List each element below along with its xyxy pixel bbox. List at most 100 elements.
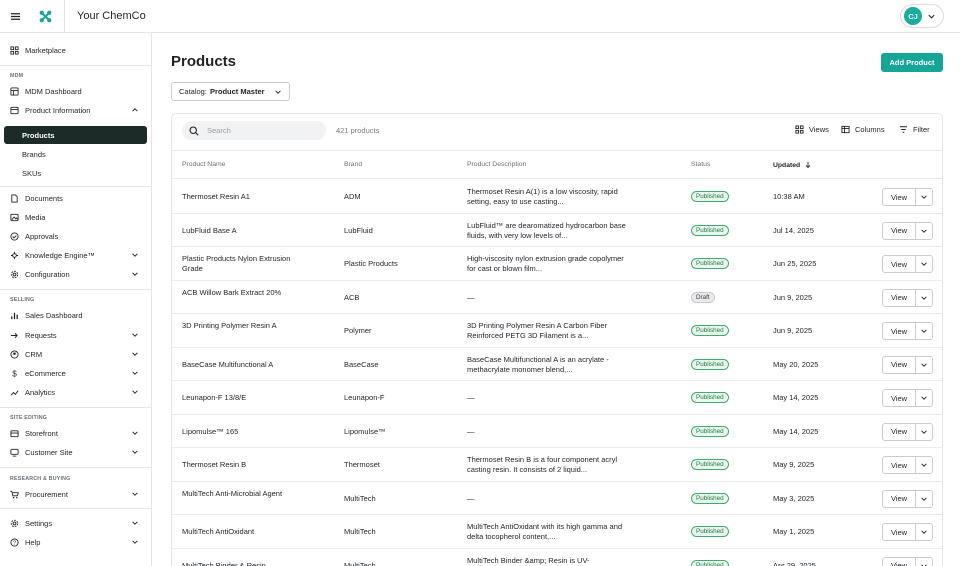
sidebar-item-media[interactable]: Media	[4, 208, 147, 226]
row-actions-dropdown[interactable]	[915, 222, 932, 239]
view-button[interactable]: View	[883, 189, 915, 205]
gear-icon	[10, 519, 19, 528]
sidebar-item-products[interactable]: Products	[4, 126, 147, 144]
product-description: 3D Printing Polymer Resin A Carbon Fiber…	[467, 321, 608, 340]
sidebar-item-skus[interactable]: SKUs	[22, 166, 41, 180]
column-header-updated[interactable]: Updated	[773, 161, 812, 169]
sidebar-section-mdm: MDM	[10, 73, 24, 79]
product-name[interactable]: Thermoset Resin A1	[182, 192, 292, 202]
search-input[interactable]	[207, 126, 317, 135]
view-button[interactable]: View	[883, 491, 915, 507]
sidebar-item-product-information[interactable]: Product Information	[4, 101, 147, 119]
product-description: —	[467, 426, 475, 436]
view-button-group: View	[882, 389, 933, 407]
product-name[interactable]: Plastic Products Nylon Extrusion Grade	[182, 254, 292, 274]
table-row[interactable]: Thermoset Resin B Thermoset Thermoset Resi…	[172, 448, 942, 482]
product-name[interactable]: MultiTech Binder & Resin	[182, 561, 292, 566]
sidebar-item-help[interactable]: ? Help	[4, 533, 147, 551]
table-row[interactable]: Leunapon-F 13/8/E Leunapon-F — Published May…	[172, 381, 942, 415]
product-brand: MultiTech	[344, 527, 376, 536]
table-row[interactable]: Plastic Products Nylon Extrusion Grade Pl…	[172, 247, 942, 281]
sidebar-item-procurement[interactable]: Procurement	[4, 485, 147, 503]
table-row[interactable]: MultiTech Binder & Resin MultiTech MultiTe…	[172, 549, 942, 566]
product-name[interactable]: MultiTech Anti-Microbial Agent	[182, 489, 292, 499]
table-row[interactable]: Lipomulse™ 165 Lipomulse™ — Published May 14…	[172, 415, 942, 448]
product-name[interactable]: LubFluid Base A	[182, 226, 292, 236]
view-button[interactable]: View	[883, 323, 915, 339]
chevron-down-icon	[132, 540, 138, 544]
chevron-down-icon	[921, 228, 927, 233]
user-circle-icon	[10, 349, 19, 359]
product-name[interactable]: ACB Willow Bark Extract 20%	[182, 288, 292, 298]
sidebar-item-marketplace[interactable]: Marketplace	[4, 41, 147, 59]
column-header-name[interactable]: Product Name	[182, 161, 225, 168]
view-button[interactable]: View	[883, 558, 915, 566]
sidebar-item-configuration[interactable]: Configuration	[4, 265, 147, 283]
row-actions-dropdown[interactable]	[915, 423, 932, 440]
view-button[interactable]: View	[883, 357, 915, 373]
sidebar-item-mdm-dashboard[interactable]: MDM Dashboard	[4, 82, 147, 100]
product-name[interactable]: Thermoset Resin B	[182, 460, 292, 470]
check-circle-icon	[10, 231, 19, 241]
row-actions-dropdown[interactable]	[915, 256, 932, 272]
row-actions-dropdown[interactable]	[915, 457, 932, 473]
row-actions-dropdown[interactable]	[915, 557, 932, 566]
menu-icon[interactable]	[0, 0, 30, 33]
row-actions-dropdown[interactable]	[915, 356, 932, 373]
catalog-select[interactable]: Catalog: Product Master	[171, 82, 290, 101]
views-button[interactable]: Views	[795, 125, 829, 134]
view-button[interactable]: View	[883, 223, 915, 239]
row-actions-dropdown[interactable]	[915, 323, 932, 339]
view-button[interactable]: View	[883, 457, 915, 473]
filter-button[interactable]: Filter	[899, 125, 930, 134]
sidebar-item-brands[interactable]: Brands	[22, 147, 46, 161]
updated-date: Apr 29, 2025	[773, 560, 816, 566]
user-menu[interactable]: CJ	[900, 4, 944, 28]
table-row[interactable]: BaseCase Multifunctional A BaseCase BaseCa…	[172, 348, 942, 381]
company-name: Your ChemCo	[77, 10, 146, 22]
sidebar-item-settings[interactable]: Settings	[4, 514, 147, 532]
table-row[interactable]: MultiTech AntiOxidant MultiTech MultiTech …	[172, 515, 942, 549]
view-button[interactable]: View	[883, 424, 915, 440]
table-row[interactable]: MultiTech Anti-Microbial Agent MultiTech —…	[172, 482, 942, 515]
table-row[interactable]: Thermoset Resin A1 ADM Thermoset Resin A(1…	[172, 180, 942, 214]
sidebar-item-requests[interactable]: Requests	[4, 326, 147, 344]
product-name[interactable]: Lipomulse™ 165	[182, 427, 292, 437]
sidebar-item-customer-site[interactable]: Customer Site	[4, 443, 147, 461]
sidebar-item-approvals[interactable]: Approvals	[4, 227, 147, 245]
table-row[interactable]: ACB Willow Bark Extract 20% ACB — Draft Jun …	[172, 281, 942, 314]
column-header-status[interactable]: Status	[691, 161, 710, 168]
row-actions-dropdown[interactable]	[915, 524, 932, 540]
knowledge-icon	[10, 251, 19, 260]
sidebar-item-ecommerce[interactable]: $ eCommerce	[4, 364, 147, 382]
sidebar-item-storefront[interactable]: Storefront	[4, 424, 147, 442]
view-button[interactable]: View	[883, 256, 915, 272]
product-name[interactable]: MultiTech AntiOxidant	[182, 527, 292, 537]
search-box[interactable]	[182, 121, 326, 140]
view-button[interactable]: View	[883, 290, 915, 306]
sidebar-item-knowledge-engine[interactable]: Knowledge Engine™	[4, 246, 147, 264]
column-header-brand[interactable]: Brand	[344, 161, 362, 168]
table-row[interactable]: LubFluid Base A LubFluid LubFluid™ are dea…	[172, 214, 942, 247]
add-product-button[interactable]: Add Product	[881, 53, 943, 72]
logo-icon[interactable]	[30, 0, 60, 33]
product-name[interactable]: Leunapon-F 13/8/E	[182, 393, 292, 403]
view-button[interactable]: View	[883, 390, 915, 406]
product-brand: Leunapon-F	[344, 393, 385, 402]
sidebar-item-sales-dashboard[interactable]: Sales Dashboard	[4, 306, 147, 324]
row-actions-dropdown[interactable]	[915, 189, 932, 205]
product-name[interactable]: BaseCase Multifunctional A	[182, 360, 292, 370]
chevron-down-icon	[921, 429, 927, 434]
row-actions-dropdown[interactable]	[915, 490, 932, 507]
view-button[interactable]: View	[883, 524, 915, 540]
column-header-description[interactable]: Product Description	[467, 161, 526, 168]
columns-button[interactable]: Columns	[841, 125, 885, 134]
updated-date: 10:38 AM	[773, 192, 805, 201]
row-actions-dropdown[interactable]	[915, 390, 932, 406]
sidebar-item-crm[interactable]: CRM	[4, 345, 147, 363]
product-name[interactable]: 3D Printing Polymer Resin A	[182, 321, 292, 331]
sidebar-item-analytics[interactable]: Analytics	[4, 383, 147, 401]
table-row[interactable]: 3D Printing Polymer Resin A Polymer 3D Pri…	[172, 314, 942, 348]
row-actions-dropdown[interactable]	[915, 289, 932, 306]
sidebar-item-documents[interactable]: Documents	[4, 189, 147, 207]
